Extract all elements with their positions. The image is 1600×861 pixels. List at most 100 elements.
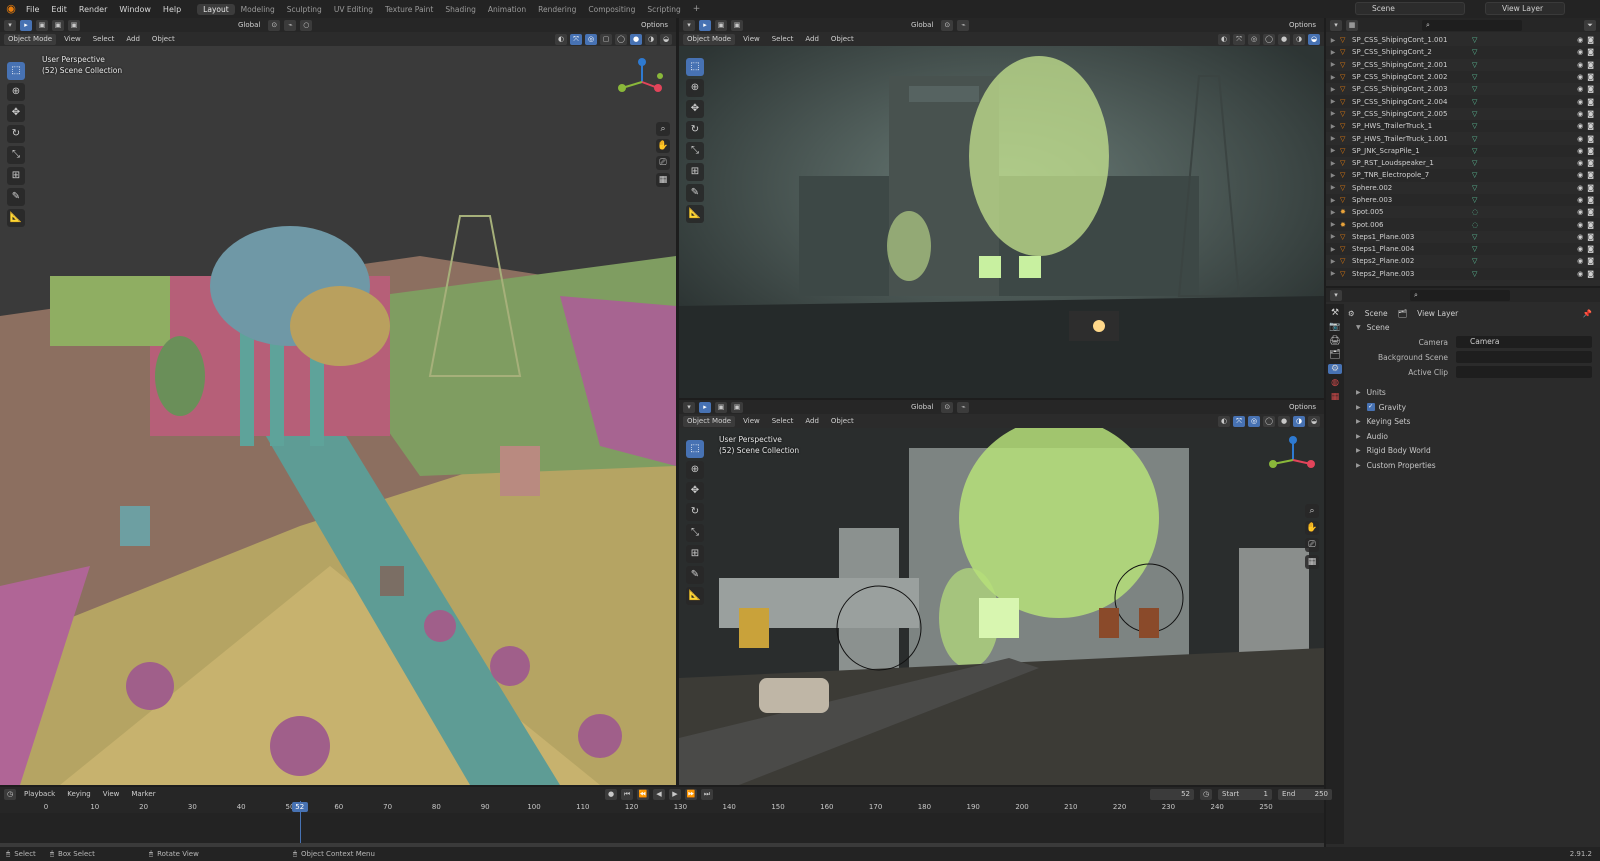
object-mode-dropdown[interactable]: Object Mode [683,33,736,45]
eye-icon[interactable]: ◉ [1577,171,1583,179]
gizmo-icon[interactable]: ⤧ [1233,415,1245,427]
menu-help[interactable]: Help [157,4,187,15]
expand-arrow-icon[interactable]: ▶ [1326,74,1340,81]
outliner-row[interactable]: ▶ ▽ SP_CSS_ShipingCont_1.001 ▽ ◉ ◙ [1326,34,1600,47]
menu-object[interactable]: Object [148,34,179,45]
xray-icon[interactable]: ▢ [600,33,612,45]
menu-select[interactable]: Select [768,416,798,427]
expand-arrow-icon[interactable]: ▶ [1326,197,1340,204]
transform-orientation[interactable]: Global [907,20,937,31]
snap-icon[interactable]: ⌁ [957,19,970,31]
mode-extend-icon[interactable]: ▣ [731,401,743,413]
measure-tool-icon[interactable]: 📐 [686,587,704,605]
shading-render-icon[interactable]: ◒ [1308,415,1320,427]
outliner-row[interactable]: ▶ ▽ SP_CSS_ShipingCont_2.002 ▽ ◉ ◙ [1326,70,1600,84]
camera-render-icon[interactable]: ◙ [1587,48,1594,56]
camera-render-icon[interactable]: ◙ [1587,208,1594,216]
menu-window[interactable]: Window [113,4,157,15]
mode-subtract-icon[interactable]: ▣ [68,19,80,31]
expand-arrow-icon[interactable]: ▶ [1326,61,1340,68]
move-tool-icon[interactable]: ✥ [686,482,704,500]
outliner-row[interactable]: ▶ ▽ SP_CSS_ShipingCont_2.003 ▽ ◉ ◙ [1326,83,1600,96]
cursor-tool-icon[interactable]: ⊕ [686,79,704,97]
active-clip-field[interactable] [1456,366,1592,378]
eye-icon[interactable]: ◉ [1577,36,1583,44]
eye-icon[interactable]: ◉ [1577,110,1583,118]
eye-icon[interactable]: ◉ [1577,196,1583,204]
jump-start-icon[interactable]: ⏮ [621,788,633,800]
camera-render-icon[interactable]: ◙ [1587,135,1594,143]
camera-render-icon[interactable]: ◙ [1587,61,1594,69]
ortho-grid-icon[interactable]: ▦ [656,173,670,187]
camera-render-icon[interactable]: ◙ [1587,122,1594,130]
editor-type-icon[interactable]: ▾ [1330,19,1342,31]
current-frame-field[interactable]: 52 [1150,788,1194,800]
rotate-tool-icon[interactable]: ↻ [686,121,704,139]
shading-wire-icon[interactable]: ◯ [1263,33,1275,45]
annotate-tool-icon[interactable]: ✎ [7,188,25,206]
outliner-row[interactable]: ▶ ▽ SP_HWS_TrailerTruck_1.001 ▽ ◉ ◙ [1326,132,1600,145]
eye-icon[interactable]: ◉ [1577,48,1583,56]
transform-tool-icon[interactable]: ⊞ [686,545,704,563]
add-workspace-button[interactable]: + [689,4,705,14]
camera-render-icon[interactable]: ◙ [1587,147,1594,155]
options-dropdown[interactable]: Options [1285,402,1320,413]
section-scene[interactable]: ▼ Scene [1348,320,1598,335]
expand-arrow-icon[interactable]: ▶ [1326,123,1340,130]
outliner-row[interactable]: ▶ ✸ Spot.005 ◌ ◉ ◙ [1326,206,1600,219]
camera-field[interactable]: Camera [1456,336,1592,348]
zoom-icon[interactable]: ⌕ [656,122,670,136]
eye-icon[interactable]: ◉ [1577,122,1583,130]
overlay-icon[interactable]: ◎ [585,33,597,45]
snap-icon[interactable]: ⌁ [284,19,297,31]
options-dropdown[interactable]: Options [1285,20,1320,31]
camera-render-icon[interactable]: ◙ [1587,36,1594,44]
mode-new-icon[interactable]: ▣ [36,19,48,31]
outliner-row[interactable]: ▶ ▽ SP_HWS_TrailerTruck_1 ▽ ◉ ◙ [1326,120,1600,133]
select-box-tool-icon[interactable]: ⬚ [7,62,25,80]
shading-solid-icon[interactable]: ● [1278,415,1290,427]
outliner-row[interactable]: ▶ ▽ SP_CSS_ShipingCont_2.005 ▽ ◉ ◙ [1326,107,1600,121]
workspace-tab-layout[interactable]: Layout [197,3,235,15]
object-mode-dropdown[interactable]: Object Mode [4,33,57,45]
cursor-tool-icon[interactable]: ⊕ [686,461,704,479]
shading-render-icon[interactable]: ◒ [660,33,672,45]
camera-render-icon[interactable]: ◙ [1587,270,1594,278]
editor-type-icon[interactable]: ◷ [4,788,16,800]
menu-view[interactable]: View [739,34,764,45]
scale-tool-icon[interactable]: ⤡ [686,524,704,542]
expand-arrow-icon[interactable]: ▶ [1326,49,1340,56]
eye-icon[interactable]: ◉ [1577,245,1583,253]
gravity-checkbox[interactable]: ✓ [1366,403,1375,412]
camera-render-icon[interactable]: ◙ [1587,221,1594,229]
shading-material-icon[interactable]: ◑ [1293,33,1305,45]
visibility-icon[interactable]: ◐ [1218,33,1230,45]
camera-render-icon[interactable]: ◙ [1587,159,1594,167]
expand-arrow-icon[interactable]: ▶ [1326,209,1340,216]
select-mode-icon[interactable]: ▸ [699,401,711,413]
pin-icon[interactable]: 📌 [1583,309,1592,318]
timeline-menu-playback[interactable]: Playback [20,789,59,800]
transform-orientation[interactable]: Global [234,20,264,31]
overlay-icon[interactable]: ◎ [1248,415,1260,427]
move-tool-icon[interactable]: ✥ [7,104,25,122]
menu-add[interactable]: Add [801,416,823,427]
camera-render-icon[interactable]: ◙ [1587,257,1594,265]
expand-arrow-icon[interactable]: ▶ [1326,98,1340,105]
filter-icon[interactable]: ⏷ [1584,19,1596,31]
menu-view[interactable]: View [60,34,85,45]
outliner-row[interactable]: ▶ ▽ Steps1_Plane.004 ▽ ◉ ◙ [1326,243,1600,256]
camera-view-icon[interactable]: ⎚ [656,156,670,170]
expand-arrow-icon[interactable]: ▶ [1326,160,1340,167]
overlay-icon[interactable]: ◎ [1248,33,1260,45]
section-gravity[interactable]: ▶ ✓ Gravity [1348,400,1598,415]
outliner-row[interactable]: ▶ ▽ SP_JNK_ScrapPile_1 ▽ ◉ ◙ [1326,144,1600,157]
scene-selector[interactable]: Scene [1355,2,1465,15]
outliner-search-input[interactable]: ⌕ [1422,19,1522,31]
editor-type-icon[interactable]: ▾ [683,19,695,31]
workspace-tab-sculpting[interactable]: Sculpting [281,4,328,15]
blender-logo-icon[interactable]: ◉ [4,2,18,16]
camera-render-icon[interactable]: ◙ [1587,85,1594,93]
timeline-menu-keying[interactable]: Keying [63,789,95,800]
background-scene-field[interactable] [1456,351,1592,363]
